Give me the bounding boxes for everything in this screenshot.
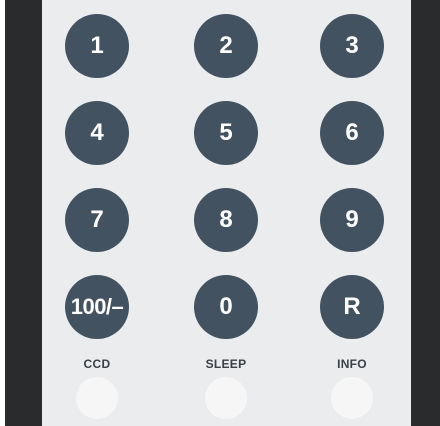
key-3[interactable]: 3 — [320, 14, 384, 78]
sleep-button[interactable] — [205, 377, 247, 419]
key-8[interactable]: 8 — [194, 188, 258, 252]
key-0[interactable]: 0 — [194, 275, 258, 339]
key-7[interactable]: 7 — [65, 188, 129, 252]
ccd-button[interactable] — [76, 377, 118, 419]
key-1[interactable]: 1 — [65, 14, 129, 78]
info-label: INFO — [337, 357, 367, 371]
remote-right-edge — [411, 0, 440, 426]
key-4[interactable]: 4 — [65, 101, 129, 165]
key-9[interactable]: 9 — [320, 188, 384, 252]
sleep-label: SLEEP — [205, 357, 247, 371]
key-6[interactable]: 6 — [320, 101, 384, 165]
key-r[interactable]: R — [320, 275, 384, 339]
key-2[interactable]: 2 — [194, 14, 258, 78]
info-button[interactable] — [331, 377, 373, 419]
key-5[interactable]: 5 — [194, 101, 258, 165]
remote-left-edge — [5, 0, 42, 426]
remote-control: 1 2 3 4 5 6 7 8 9 100/– 0 R CCD SLEEP IN… — [0, 0, 440, 426]
key-100[interactable]: 100/– — [65, 275, 129, 339]
remote-body-panel: 1 2 3 4 5 6 7 8 9 100/– 0 R CCD SLEEP IN… — [42, 0, 411, 426]
ccd-label: CCD — [83, 357, 111, 371]
